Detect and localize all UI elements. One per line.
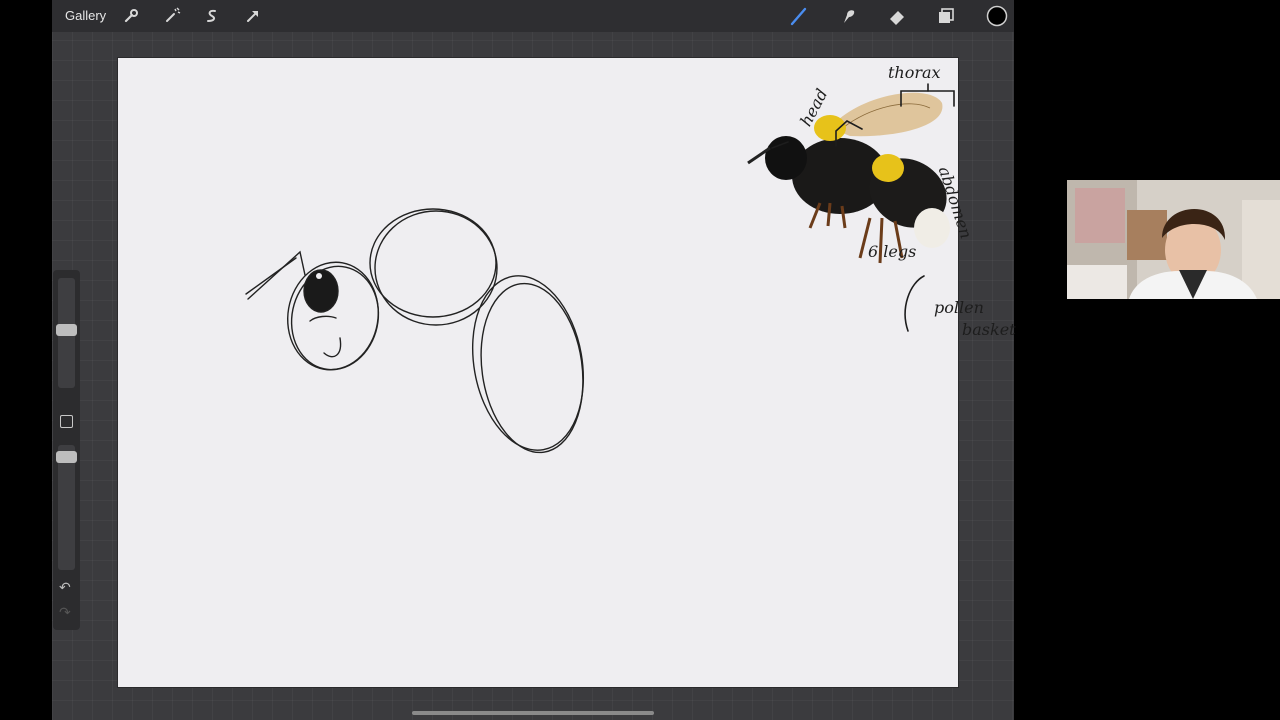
wrench-icon[interactable] [121,6,141,26]
top-toolbar: Gallery [52,0,1014,32]
redo-icon[interactable]: ↷ [59,604,71,621]
magic-wand-icon[interactable] [162,6,182,26]
undo-icon[interactable]: ↶ [59,579,71,596]
thorax-label: thorax [888,63,941,82]
brush-icon[interactable] [789,6,809,26]
layers-icon[interactable] [936,6,956,26]
legs-label: 6 legs [868,242,917,261]
brush-size-thumb[interactable] [56,324,77,336]
selection-icon[interactable] [202,6,222,26]
pollen-label: pollen [934,298,984,317]
drawing-canvas[interactable]: thorax head abdomen 6 legs pollen basket [118,58,1035,687]
webcam-video [1067,180,1280,299]
bee-reference-image: thorax head abdomen 6 legs pollen basket [670,58,1035,348]
gallery-button[interactable]: Gallery [65,8,106,23]
modify-button[interactable] [60,415,73,428]
procreate-app: Gallery thorax head abdomen 6 legs polle… [52,0,1035,720]
presenter-webcam-image [1067,180,1280,299]
opacity-slider[interactable] [58,445,75,570]
basket-label: basket [962,320,1016,339]
smudge-icon[interactable] [838,6,858,26]
brush-sidebar: ↶ ↷ [53,270,80,630]
home-indicator [412,711,654,715]
color-swatch[interactable] [986,5,1008,27]
opacity-thumb[interactable] [56,451,77,463]
transform-arrow-icon[interactable] [243,6,263,26]
eraser-icon[interactable] [887,6,907,26]
